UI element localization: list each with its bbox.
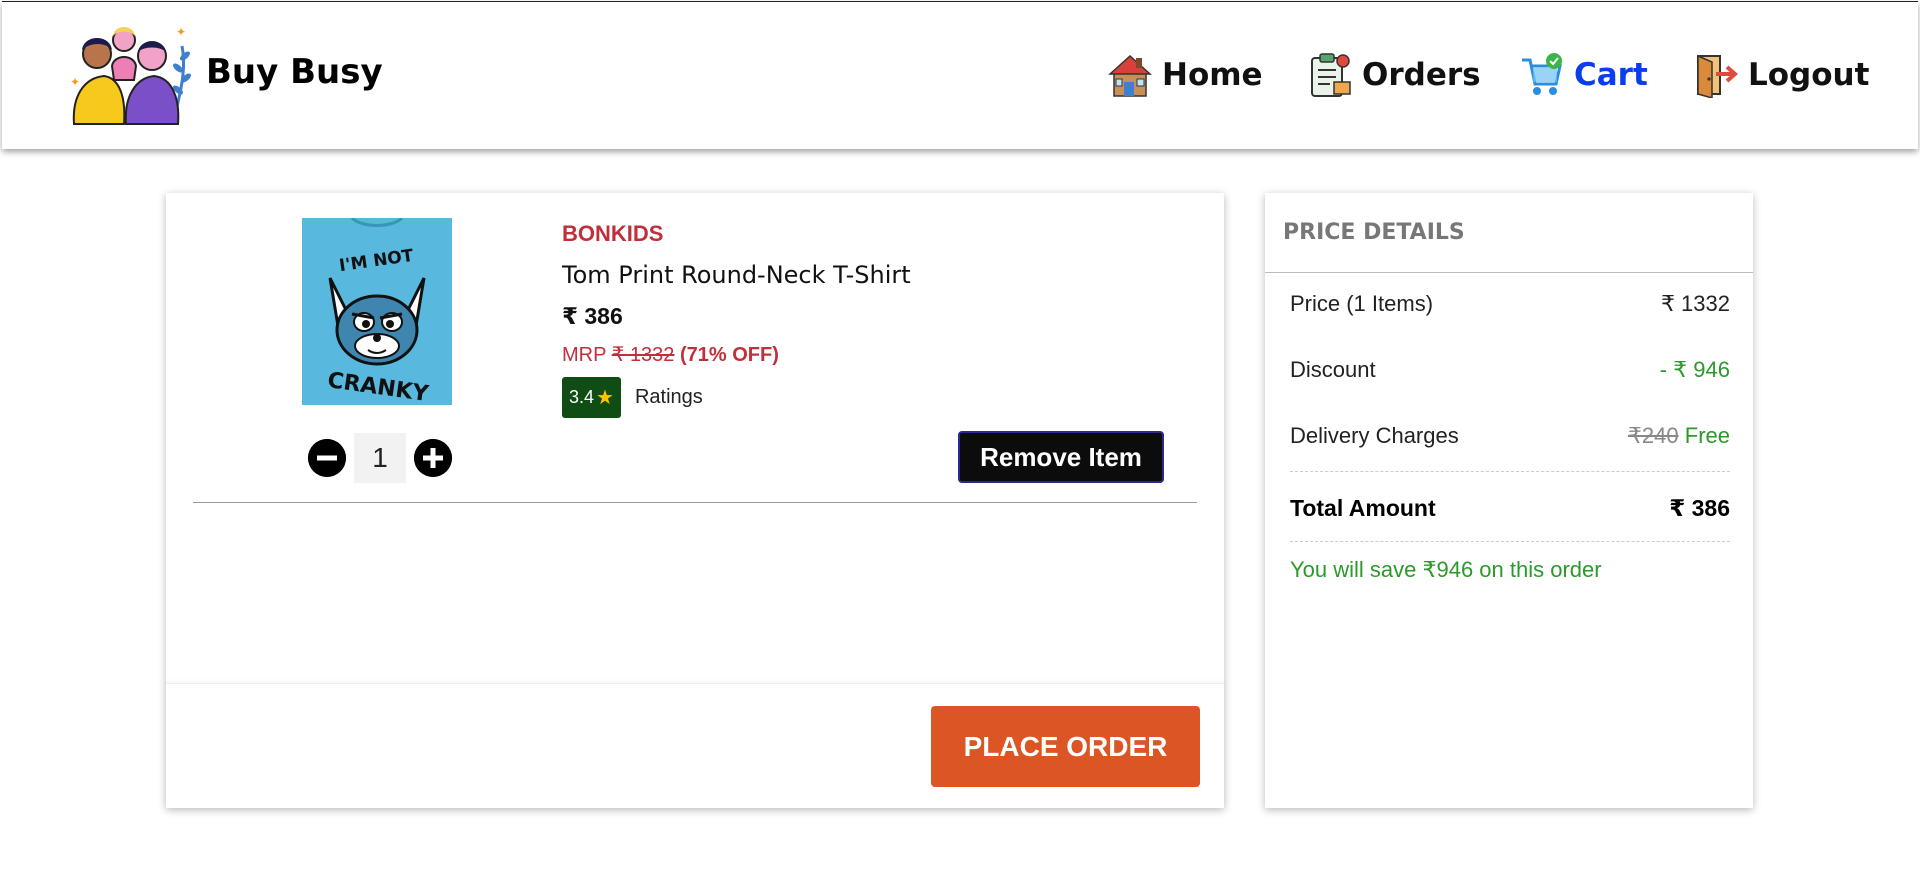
svg-text:✦: ✦ — [176, 25, 186, 39]
mrp-line: MRP ₹ 1332 (71% OFF) — [562, 342, 911, 367]
savings-text: You will save ₹946 on this order — [1290, 557, 1602, 582]
door-exit-icon — [1697, 54, 1738, 98]
star-icon: ★ — [596, 387, 614, 409]
nav-orders-label: Orders — [1362, 57, 1481, 93]
quantity-stepper: 1 — [308, 433, 452, 483]
product-title: Tom Print Round-Neck T-Shirt — [562, 261, 911, 289]
minus-icon — [308, 439, 346, 477]
cart-icon — [1522, 53, 1562, 95]
dashed-divider — [1290, 471, 1730, 472]
dashed-divider — [1290, 541, 1730, 542]
cart-panel: I'M NOT CRANKY 1 BONKIDS Tom Print Round… — [166, 193, 1224, 808]
price-label: Price (1 Items) — [1290, 291, 1434, 316]
nav-home[interactable]: Home — [1108, 50, 1263, 100]
place-order-button[interactable]: PLACE ORDER — [931, 706, 1200, 787]
brand-name: Buy Busy — [206, 52, 383, 92]
navbar: ✦ ✦ ✦ Buy Busy Home — [2, 1, 1918, 149]
product-info: BONKIDS Tom Print Round-Neck T-Shirt ₹ 3… — [562, 221, 911, 418]
mrp-label: MRP — [562, 344, 607, 366]
discount-percent: (71% OFF) — [680, 344, 779, 366]
product-price: ₹ 386 — [562, 303, 623, 329]
brand[interactable]: ✦ ✦ ✦ Buy Busy — [64, 16, 383, 128]
price-row: Price (1 Items) ₹ 1332 — [1290, 291, 1730, 317]
increase-quantity-button[interactable] — [414, 439, 452, 477]
total-row: Total Amount ₹ 386 — [1290, 495, 1730, 522]
nav-logout[interactable]: Logout — [1694, 50, 1869, 100]
delivery-row: Delivery Charges ₹240 Free — [1290, 423, 1730, 449]
family-logo-icon: ✦ ✦ ✦ — [70, 25, 191, 125]
total-value: ₹ 386 — [1669, 495, 1730, 521]
nav-cart[interactable]: Cart — [1520, 50, 1648, 100]
decrease-quantity-button[interactable] — [308, 439, 346, 477]
price-details-panel: PRICE DETAILS Price (1 Items) ₹ 1332 Dis… — [1265, 193, 1753, 808]
price-value: ₹ 1332 — [1660, 291, 1730, 316]
clipboard-icon — [1311, 53, 1351, 97]
nav-cart-label: Cart — [1574, 57, 1648, 93]
product-image: I'M NOT CRANKY — [302, 218, 452, 405]
discount-row: Discount - ₹ 946 — [1290, 357, 1730, 383]
discount-label: Discount — [1290, 357, 1376, 382]
remove-item-button[interactable]: Remove Item — [958, 431, 1164, 483]
rating-row: 3.4 ★ Ratings — [562, 377, 911, 418]
total-label: Total Amount — [1290, 495, 1436, 521]
delivery-value-group: ₹240 Free — [1628, 423, 1730, 449]
delivery-label: Delivery Charges — [1290, 423, 1459, 448]
product-brand: BONKIDS — [562, 221, 664, 246]
discount-value: - ₹ 946 — [1659, 357, 1730, 382]
plus-icon — [414, 439, 452, 477]
svg-text:✦: ✦ — [70, 75, 80, 89]
delivery-value: Free — [1684, 423, 1730, 448]
house-icon — [1108, 54, 1152, 97]
nav-home-label: Home — [1162, 57, 1263, 93]
place-order-bar: PLACE ORDER — [166, 683, 1224, 808]
nav-orders[interactable]: Orders — [1308, 50, 1481, 100]
nav-logout-label: Logout — [1748, 57, 1870, 93]
item-divider — [193, 502, 1197, 503]
price-details-heading: PRICE DETAILS — [1265, 193, 1753, 273]
rating-badge: 3.4 ★ — [562, 377, 621, 418]
mrp-value: ₹ 1332 — [611, 344, 675, 366]
ratings-label: Ratings — [634, 386, 703, 408]
rating-value: 3.4 — [569, 387, 595, 407]
delivery-original: ₹240 — [1627, 423, 1679, 448]
quantity-value[interactable]: 1 — [354, 433, 406, 483]
